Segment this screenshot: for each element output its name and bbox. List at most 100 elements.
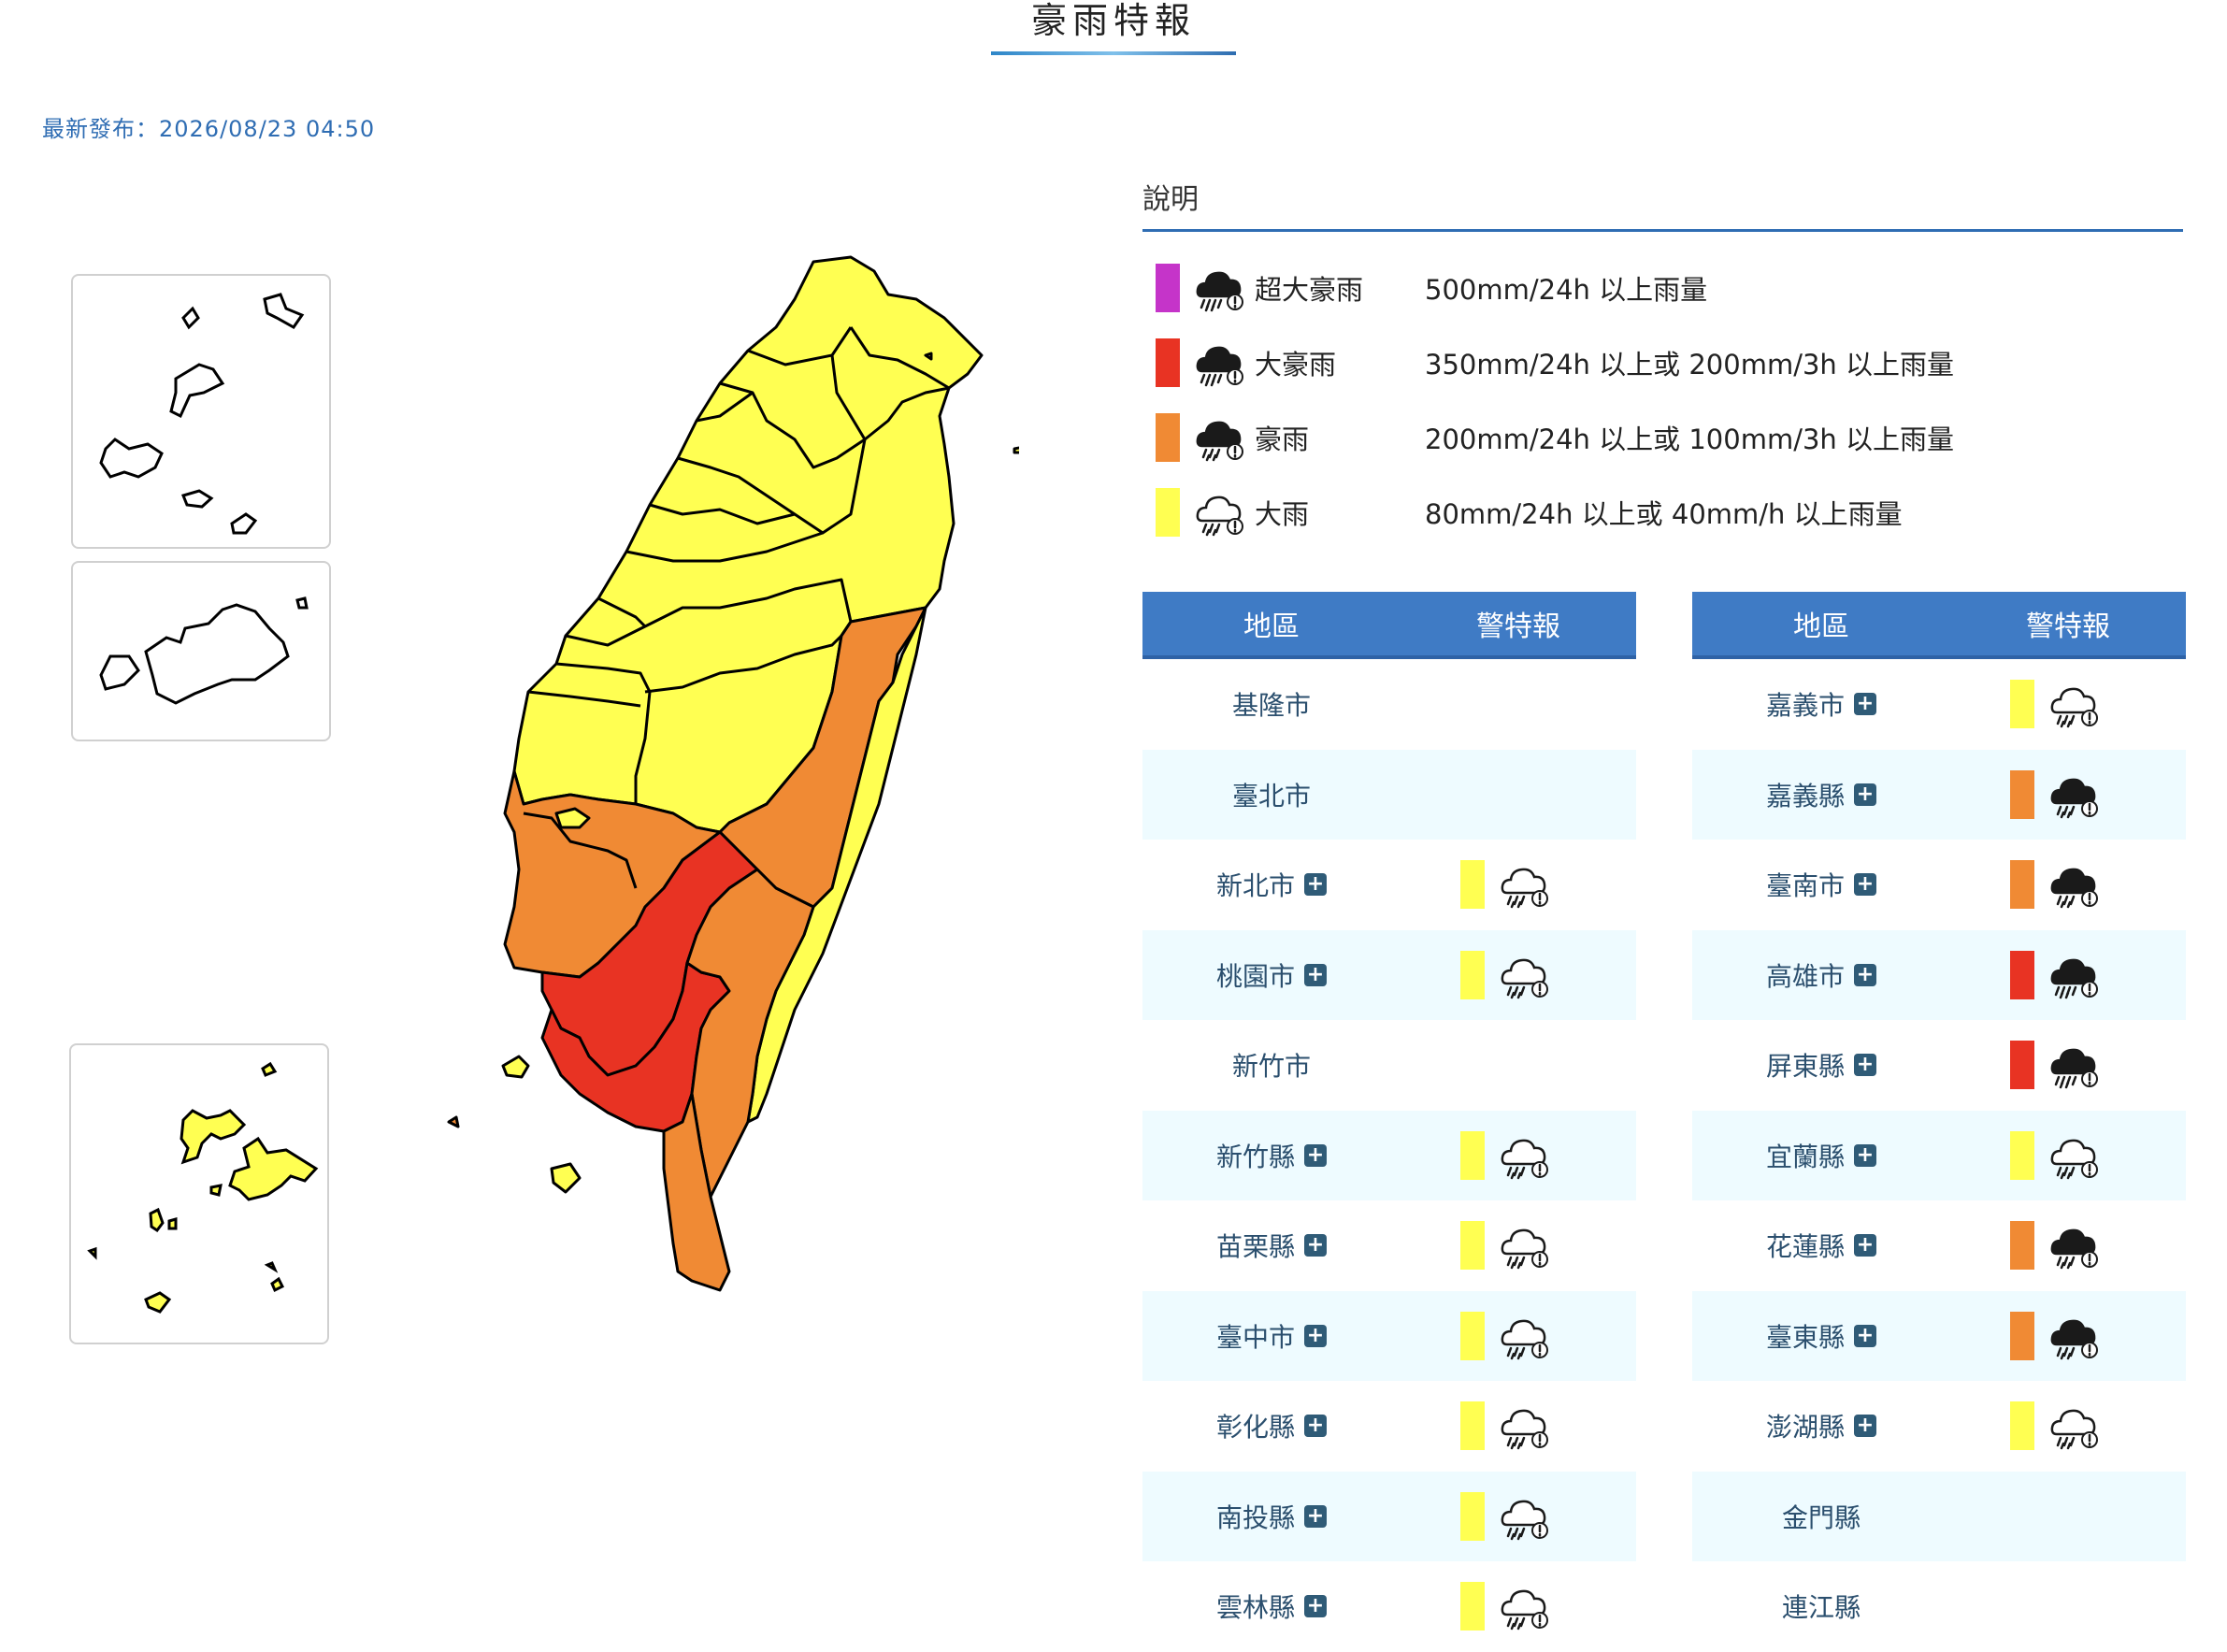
area-name: 高雄市 [1765, 960, 1845, 992]
header-warning: 警特報 [2026, 611, 2110, 643]
legend-level-label: 超大豪雨 [1255, 274, 1364, 306]
legend-description: 80mm/24h 以上或 40mm/h 以上雨量 [1425, 498, 1903, 530]
area-name: 連江縣 [1781, 1592, 1861, 1624]
expand-plus-icon[interactable]: + [1854, 1054, 1876, 1077]
island-shape [181, 306, 200, 330]
legend-row: 豪雨 200mm/24h 以上或 100mm/3h 以上雨量 [1156, 411, 1954, 464]
table-header: 地區 警特報 [1692, 592, 2186, 659]
legend-level-label: 大豪雨 [1255, 349, 1337, 381]
warning-table-right: 地區 警特報 嘉義市 + 嘉義縣 + 臺南市 + 高雄市 + 屏東縣 + 宜蘭縣 + 花蓮縣 + 臺東縣 + 澎… [1692, 592, 2186, 1652]
area-name: 屏東縣 [1765, 1051, 1845, 1083]
rain-cloud-outline-icon [1500, 1130, 1550, 1181]
inset-kinmen-map[interactable] [71, 561, 331, 741]
table-row[interactable]: 臺中市 + [1142, 1290, 1636, 1381]
inset-penghu-map[interactable] [69, 1043, 329, 1344]
heavy-rain-cloud-icon [2049, 1311, 2100, 1361]
table-row: 新竹市 [1142, 1020, 1636, 1111]
expand-plus-icon[interactable]: + [1304, 1595, 1327, 1618]
area-name: 苗栗縣 [1215, 1231, 1295, 1263]
warning-level-swatch [1460, 860, 1485, 910]
island-shape [263, 293, 305, 329]
table-row[interactable]: 嘉義市 + [1692, 659, 2186, 750]
table-row[interactable]: 嘉義縣 + [1692, 749, 2186, 840]
table-row[interactable]: 澎湖縣 + [1692, 1381, 2186, 1472]
rain-cloud-outline-icon [1500, 1220, 1550, 1271]
table-row[interactable]: 桃園市 + [1142, 929, 1636, 1020]
table-row: 臺北市 [1142, 749, 1636, 840]
legend-row: 大豪雨 350mm/24h 以上或 200mm/3h 以上雨量 [1156, 337, 1954, 389]
warning-level-swatch [1460, 1401, 1485, 1451]
island-shape [149, 1207, 165, 1233]
area-name: 臺南市 [1765, 870, 1845, 902]
legend-divider [1142, 229, 2183, 232]
area-name: 雲林縣 [1215, 1592, 1295, 1624]
expand-plus-icon[interactable]: + [1854, 963, 1876, 986]
area-cell: 臺中市 + [1142, 1317, 1401, 1355]
legend-level-label: 豪雨 [1255, 424, 1310, 455]
legend-swatch [1156, 338, 1180, 387]
table-row[interactable]: 苗栗縣 + [1142, 1200, 1636, 1291]
warning-cell [1950, 679, 2186, 729]
warning-cell [1950, 950, 2186, 1000]
expand-plus-icon[interactable]: + [1854, 1143, 1876, 1167]
legend-description: 500mm/24h 以上雨量 [1425, 274, 1708, 306]
warning-cell [1950, 1130, 2186, 1181]
expand-plus-icon[interactable]: + [1854, 1324, 1876, 1347]
expand-plus-icon[interactable]: + [1304, 873, 1327, 897]
expand-plus-icon[interactable]: + [1854, 1234, 1876, 1257]
table-row[interactable]: 宜蘭縣 + [1692, 1110, 2186, 1200]
table-row[interactable]: 臺東縣 + [1692, 1290, 2186, 1381]
expand-plus-icon[interactable]: + [1304, 1324, 1327, 1347]
area-cell: 基隆市 [1142, 685, 1401, 723]
heavy-rain-cloud-icon [1195, 412, 1245, 463]
legend-swatch [1156, 488, 1180, 537]
table-row[interactable]: 屏東縣 + [1692, 1020, 2186, 1111]
table-row[interactable]: 高雄市 + [1692, 929, 2186, 1020]
area-cell: 嘉義縣 + [1692, 776, 1950, 813]
island-shape [209, 1184, 223, 1197]
table-row[interactable]: 新北市 + [1142, 840, 1636, 930]
expand-plus-icon[interactable]: + [1304, 1504, 1327, 1528]
expand-plus-icon[interactable]: + [1304, 963, 1327, 986]
expand-plus-icon[interactable]: + [1304, 1234, 1327, 1257]
expand-plus-icon[interactable]: + [1304, 1143, 1327, 1167]
expand-plus-icon[interactable]: + [1854, 693, 1876, 716]
legend-level-label: 大雨 [1255, 498, 1310, 530]
table-row[interactable]: 花蓮縣 + [1692, 1200, 2186, 1291]
area-cell: 臺東縣 + [1692, 1317, 1950, 1355]
header-warning: 警特報 [1476, 611, 1560, 643]
table-row[interactable]: 雲林縣 + [1142, 1561, 1636, 1652]
heavy-rain-cloud-icon [2049, 1220, 2100, 1271]
expand-plus-icon[interactable]: + [1854, 873, 1876, 897]
warning-cell [1401, 1220, 1636, 1271]
warning-level-swatch [1460, 1130, 1485, 1180]
region-northern-taiwan [512, 255, 984, 834]
area-cell: 新北市 + [1142, 866, 1401, 903]
expand-plus-icon[interactable]: + [1854, 783, 1876, 806]
warning-cell [1950, 1040, 2186, 1090]
rain-cloud-outline-icon [1500, 950, 1550, 1000]
area-name: 澎湖縣 [1765, 1412, 1845, 1444]
table-row[interactable]: 新竹縣 + [1142, 1110, 1636, 1200]
inset-matsu-map[interactable] [71, 274, 331, 549]
torrential-rain-cloud-icon [2049, 1040, 2100, 1090]
title-underline [991, 51, 1236, 55]
legend-swatch [1156, 264, 1180, 312]
rain-cloud-outline-icon [1500, 859, 1550, 910]
area-cell: 屏東縣 + [1692, 1046, 1950, 1084]
warning-cell [1950, 769, 2186, 820]
heavy-rain-cloud-icon [2049, 859, 2100, 910]
warning-map [0, 224, 1085, 1440]
table-row[interactable]: 臺南市 + [1692, 840, 2186, 930]
warning-level-swatch [1460, 950, 1485, 999]
warning-level-swatch [1460, 1311, 1485, 1360]
table-header: 地區 警特報 [1142, 592, 1636, 659]
island-yilan-turtle [1013, 446, 1019, 454]
area-name: 臺中市 [1215, 1321, 1295, 1353]
table-row[interactable]: 南投縣 + [1142, 1471, 1636, 1561]
expand-plus-icon[interactable]: + [1854, 1415, 1876, 1438]
table-row[interactable]: 彰化縣 + [1142, 1381, 1636, 1472]
warning-cell [1401, 1491, 1636, 1542]
island-shape [228, 1136, 319, 1201]
expand-plus-icon[interactable]: + [1304, 1415, 1327, 1438]
